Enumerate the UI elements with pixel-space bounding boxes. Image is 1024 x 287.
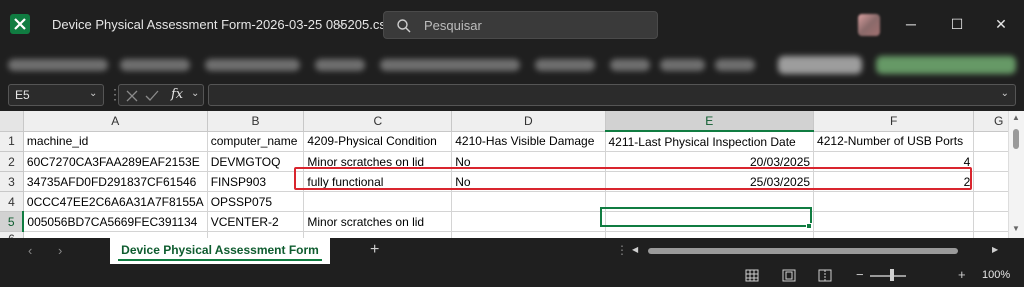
fill-handle[interactable] — [806, 223, 812, 229]
ribbon-share-button-blurred — [876, 56, 1016, 74]
cell-b4[interactable]: OPSSP075 — [207, 191, 305, 212]
row-header-4[interactable]: 4 — [0, 191, 24, 212]
cell-e1[interactable]: 4211-Last Physical Inspection Date — [605, 131, 815, 152]
search-input[interactable]: Pesquisar — [383, 11, 658, 39]
zoom-slider-track[interactable] — [870, 275, 906, 277]
cell-f5[interactable] — [813, 211, 975, 232]
cell-b2[interactable]: DEVMGTOQ — [207, 151, 305, 172]
formula-input[interactable]: ⌄ — [208, 84, 1016, 106]
cell-c1[interactable]: 4209-Physical Condition — [303, 131, 453, 152]
cell-a1[interactable]: machine_id — [23, 131, 208, 152]
search-icon — [397, 19, 411, 33]
avatar[interactable] — [858, 14, 880, 36]
cell-a5[interactable]: 005056BD7CA5669FEC391134 — [23, 211, 208, 232]
ribbon-item-blurred — [120, 59, 190, 71]
cancel-icon[interactable] — [125, 89, 139, 103]
scroll-right-arrow-icon[interactable]: ▶ — [992, 245, 998, 254]
spreadsheet-grid[interactable]: A B C D E F G 1 machine_id computer_name… — [0, 111, 1024, 247]
select-all-corner[interactable] — [0, 111, 24, 132]
title-dropdown-chevron-icon[interactable]: ⌄ — [336, 16, 346, 30]
cell-d1[interactable]: 4210-Has Visible Damage — [451, 131, 606, 152]
ribbon-item-blurred — [535, 59, 595, 71]
zoom-level[interactable]: 100% — [982, 269, 1010, 281]
search-placeholder: Pesquisar — [424, 18, 482, 33]
sheet-tab-label: Device Physical Assessment Form — [121, 243, 319, 257]
previous-sheet-icon[interactable]: ‹ — [28, 243, 32, 258]
ribbon-item-blurred — [380, 59, 520, 71]
maximize-button[interactable]: ☐ — [942, 12, 972, 36]
page-layout-view-icon[interactable] — [782, 269, 796, 282]
cell-c5[interactable]: Minor scratches on lid — [303, 211, 453, 232]
column-header-c[interactable]: C — [303, 111, 453, 132]
enter-check-icon[interactable] — [145, 89, 159, 103]
column-header-a[interactable]: A — [23, 111, 208, 132]
formula-bar: E5 ⌄ ⋮ fx ⌄ ⌄ — [0, 80, 1024, 110]
active-cell-selection — [600, 207, 812, 227]
sheet-tabs-bar: ‹ › Device Physical Assessment Form + ⋮ … — [0, 238, 1024, 264]
zoom-slider-thumb[interactable] — [890, 269, 894, 281]
insert-function-icon[interactable]: fx — [171, 87, 183, 102]
ribbon-item-blurred — [610, 59, 650, 71]
ribbon-item-blurred — [715, 59, 755, 71]
cell-b5[interactable]: VCENTER-2 — [207, 211, 305, 232]
cell-d5[interactable] — [451, 211, 606, 232]
expand-formula-chevron-icon[interactable]: ⌄ — [1001, 88, 1009, 99]
column-header-f[interactable]: F — [813, 111, 975, 132]
scroll-down-arrow-icon[interactable]: ▼ — [1012, 224, 1020, 233]
column-header-e[interactable]: E — [605, 111, 815, 132]
row-header-2[interactable]: 2 — [0, 151, 24, 172]
name-box-value: E5 — [15, 88, 30, 102]
scroll-up-arrow-icon[interactable]: ▲ — [1012, 113, 1020, 122]
row-header-3[interactable]: 3 — [0, 171, 24, 192]
excel-app-icon — [10, 14, 30, 34]
ribbon-item-blurred — [660, 59, 705, 71]
row-header-5[interactable]: 5 — [0, 211, 25, 232]
cell-d4[interactable] — [451, 191, 606, 212]
horizontal-scrollbar[interactable]: ◀ ▶ — [630, 245, 1006, 257]
chevron-down-icon[interactable]: ⌄ — [89, 88, 97, 99]
ribbon-item-blurred — [8, 59, 108, 71]
horizontal-scroll-thumb[interactable] — [648, 248, 958, 254]
sheet-tab-device-physical-assessment-form[interactable]: Device Physical Assessment Form — [110, 238, 330, 264]
cell-c4[interactable] — [303, 191, 453, 212]
cell-a2[interactable]: 60C7270CA3FAA289EAF2153E — [23, 151, 208, 172]
zoom-out-button[interactable]: − — [856, 267, 864, 282]
page-break-preview-icon[interactable] — [818, 269, 832, 282]
cell-a3[interactable]: 34735AFD0FD291837CF61546 — [23, 171, 208, 192]
minimize-button[interactable]: ─ — [896, 12, 926, 36]
formula-tools: fx ⌄ — [118, 84, 204, 106]
add-sheet-button[interactable]: + — [370, 241, 379, 259]
tab-splitter-icon[interactable]: ⋮ — [616, 243, 628, 257]
active-tab-underline — [118, 259, 322, 261]
cell-f4[interactable] — [813, 191, 975, 212]
next-sheet-icon[interactable]: › — [58, 243, 62, 258]
close-button[interactable]: ✕ — [986, 12, 1016, 36]
row-header-1[interactable]: 1 — [0, 131, 24, 152]
column-header-b[interactable]: B — [207, 111, 305, 132]
ribbon-menu-blurred — [0, 48, 1024, 80]
zoom-in-button[interactable]: + — [958, 267, 966, 282]
ribbon-item-blurred — [778, 56, 862, 74]
column-header-d[interactable]: D — [451, 111, 606, 132]
cell-b3[interactable]: FINSP903 — [207, 171, 305, 192]
normal-view-icon[interactable] — [745, 269, 759, 282]
name-box[interactable]: E5 ⌄ — [8, 84, 104, 106]
cell-f1[interactable]: 4212-Number of USB Ports — [813, 131, 975, 152]
vertical-scrollbar[interactable]: ▲ ▼ — [1008, 111, 1024, 238]
vertical-scroll-thumb[interactable] — [1013, 129, 1019, 149]
title-bar: Device Physical Assessment Form-2026-03-… — [0, 0, 1024, 48]
status-bar: − + 100% — [0, 264, 1024, 287]
scroll-left-arrow-icon[interactable]: ◀ — [632, 245, 638, 254]
ribbon-item-blurred — [315, 59, 365, 71]
cell-a4[interactable]: 0CCC47EE2C6A6A31A7F8155A — [23, 191, 208, 212]
row-3-highlight-annotation — [294, 167, 972, 190]
chevron-down-icon[interactable]: ⌄ — [191, 88, 199, 99]
ribbon-item-blurred — [205, 59, 300, 71]
cell-b1[interactable]: computer_name — [207, 131, 305, 152]
